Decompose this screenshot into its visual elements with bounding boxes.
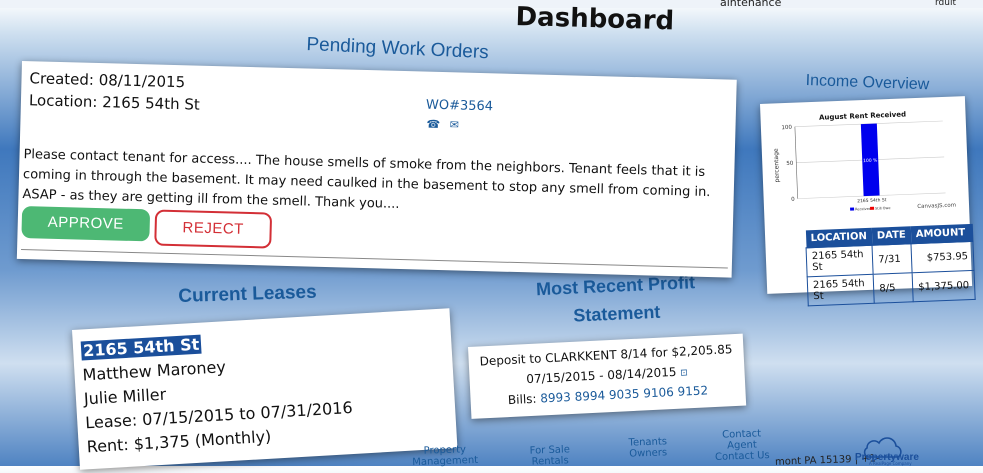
row-amount: $753.95 <box>911 241 975 273</box>
work-order-card: Created: 08/11/2015 Location: 2165 54th … <box>16 61 737 278</box>
chart-legend-swatch <box>870 206 875 210</box>
chart-ylabel: percentage <box>773 148 781 183</box>
profit-statement-card: Deposit to CLARKKENT 8/14 for $2,205.85 … <box>468 333 747 419</box>
footer-link-property-management[interactable]: Property Management <box>405 444 486 469</box>
chart-y-tick: 50 <box>786 161 794 167</box>
footer-link-contact[interactable]: Contact Agent Contact Us <box>706 428 777 463</box>
footer-link-for-sale[interactable]: For Sale Rentals <box>525 444 576 468</box>
nav-item-right[interactable]: rduit <box>935 0 956 8</box>
current-leases-heading: Current Leases <box>178 281 317 307</box>
row-location: 2165 54th St <box>807 274 875 306</box>
bill-links[interactable]: 8993 8994 9035 9106 9152 <box>540 383 708 405</box>
nav-maintenance[interactable]: aintenance <box>720 0 781 9</box>
download-icon[interactable]: ⊡ <box>680 368 688 378</box>
approve-button[interactable]: APPROVE <box>21 206 151 242</box>
chart-x-tick: 2165 54th St <box>857 197 887 204</box>
row-location: 2165 54th St <box>806 245 874 277</box>
work-order-meta: Created: 08/11/2015 Location: 2165 54th … <box>29 67 201 115</box>
statement-period: 07/15/2015 - 08/14/2015 <box>525 364 677 387</box>
chart-y-tick: 100 <box>781 125 792 131</box>
profit-statement-heading: Most Recent Profit Statement <box>535 272 696 326</box>
pending-work-orders-heading: Pending Work Orders <box>306 34 490 64</box>
chart-legend-label: Still Owe <box>875 206 891 211</box>
work-order-number[interactable]: WO#3564 <box>426 98 493 115</box>
brand-tagline: A RealPage Company <box>869 461 912 466</box>
rent-received-table: LOCATION DATE AMOUNT 2165 54th St 7/31 $… <box>805 223 976 306</box>
chart-title: August Rent Received <box>819 110 906 121</box>
propertyware-logo[interactable]: Propertyware A RealPage Company <box>855 432 945 466</box>
reject-button[interactable]: REJECT <box>154 209 273 249</box>
chart-credit: CanvasJS.com <box>917 203 956 210</box>
top-strip <box>0 0 983 8</box>
chart-data-label: 100 % <box>863 158 878 165</box>
row-date: 8/5 <box>873 272 914 304</box>
row-date: 7/31 <box>872 243 913 275</box>
footer-link-tenants[interactable]: Tenants Owners <box>623 436 674 460</box>
divider <box>21 249 728 269</box>
mail-icon[interactable]: ✉ <box>450 118 460 131</box>
contact-icons: ☎ ✉ <box>426 118 459 132</box>
table-row: 2165 54th St 8/5 $1,375.00 <box>807 270 976 306</box>
row-amount: $1,375.00 <box>912 270 976 302</box>
chart-legend-swatch <box>850 207 855 211</box>
bills-label: Bills: <box>507 391 537 408</box>
income-overview-card: August Rent Received percentage CanvasJS… <box>760 96 976 306</box>
chart-y-tick: 0 <box>791 197 795 203</box>
rent-received-chart: August Rent Received percentage CanvasJS… <box>773 110 956 212</box>
income-overview-heading: Income Overview <box>805 72 930 94</box>
work-order-location: Location: 2165 54th St <box>28 91 201 114</box>
page-title: Dashboard <box>515 2 675 37</box>
chart-legend-label: Received <box>855 207 871 212</box>
col-date: DATE <box>871 226 912 246</box>
phone-icon[interactable]: ☎ <box>426 118 440 131</box>
